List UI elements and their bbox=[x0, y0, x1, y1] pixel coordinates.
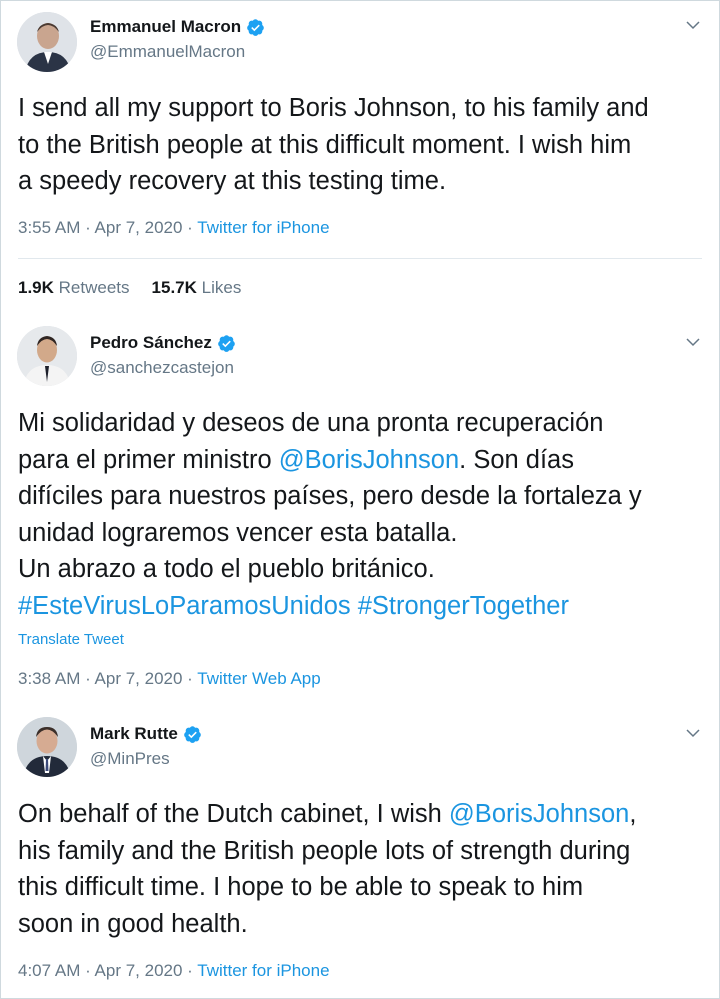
author-handle[interactable]: @sanchezcastejon bbox=[90, 358, 234, 378]
chevron-down-icon[interactable] bbox=[684, 724, 702, 742]
tweet-text: Mi solidaridad y deseos de una pronta re… bbox=[18, 405, 708, 624]
verified-badge-icon bbox=[184, 725, 201, 743]
tweet-text-line: a speedy recovery at this testing time. bbox=[18, 163, 708, 200]
verified-badge-icon bbox=[218, 334, 235, 352]
text-segment: soon in good health. bbox=[18, 909, 248, 938]
text-segment: a speedy recovery at this testing time. bbox=[18, 167, 447, 195]
translate-tweet-link[interactable]: Translate Tweet bbox=[18, 631, 124, 648]
tweet-meta: 3:55 AM · Apr 7, 2020 · Twitter for iPho… bbox=[18, 218, 330, 238]
tweet-text-line: this difficult time. I hope to be able t… bbox=[18, 869, 708, 906]
retweets-count: 1.9K bbox=[18, 278, 54, 297]
hashtag-link[interactable]: #EsteVirusLoParamosUnidos bbox=[18, 592, 351, 620]
text-segment: On behalf of the Dutch cabinet, I wish bbox=[18, 800, 449, 828]
text-segment: Un abrazo a todo el pueblo británico. bbox=[18, 555, 435, 583]
tweet-text-line: unidad lograremos vencer esta batalla. bbox=[18, 515, 708, 552]
text-segment: Mi solidaridad y deseos de una pronta re… bbox=[18, 409, 604, 437]
author-handle[interactable]: @MinPres bbox=[90, 749, 170, 769]
tweet-text: I send all my support to Boris Johnson, … bbox=[18, 90, 708, 200]
tweet-text: On behalf of the Dutch cabinet, I wish @… bbox=[18, 796, 708, 942]
tweet-text-line: difíciles para nuestros países, pero des… bbox=[18, 478, 708, 515]
likes-count: 15.7K bbox=[151, 278, 197, 297]
text-segment: this difficult time. I hope to be able t… bbox=[18, 873, 584, 901]
avatar[interactable] bbox=[17, 717, 77, 777]
author-name[interactable]: Mark Rutte bbox=[90, 724, 178, 744]
hashtag-link[interactable]: #StrongerTogether bbox=[358, 592, 569, 620]
retweets-label: Retweets bbox=[58, 278, 130, 297]
tweet-text-line: I send all my support to Boris Johnson, … bbox=[18, 90, 708, 127]
tweet-text-line: soon in good health. bbox=[18, 906, 708, 943]
text-segment: para el primer ministro bbox=[18, 445, 279, 474]
source-link[interactable]: Twitter for iPhone bbox=[197, 961, 329, 980]
text-segment: his family and the British people lots o… bbox=[18, 836, 631, 865]
tweet-text-line: #EsteVirusLoParamosUnidos #StrongerToget… bbox=[18, 588, 708, 625]
retweets-stat[interactable]: 1.9K Retweets bbox=[18, 278, 130, 298]
tweet-meta: 4:07 AM · Apr 7, 2020 · Twitter for iPho… bbox=[18, 961, 330, 981]
text-segment bbox=[351, 592, 358, 620]
text-segment: I send all my support to Boris Johnson, … bbox=[18, 94, 649, 122]
timestamp[interactable]: 3:38 AM · Apr 7, 2020 · bbox=[18, 669, 197, 688]
tweet-text-line: his family and the British people lots o… bbox=[18, 833, 708, 870]
tweet-text-line: On behalf of the Dutch cabinet, I wish @… bbox=[18, 796, 708, 833]
divider bbox=[18, 258, 702, 259]
tweet-meta: 3:38 AM · Apr 7, 2020 · Twitter Web App bbox=[18, 669, 321, 689]
tweet-text-line: para el primer ministro @BorisJohnson. S… bbox=[18, 442, 708, 479]
author-name[interactable]: Emmanuel Macron bbox=[90, 17, 241, 37]
mention-link[interactable]: @BorisJohnson bbox=[449, 800, 629, 828]
timestamp[interactable]: 3:55 AM · Apr 7, 2020 · bbox=[18, 218, 197, 237]
tweet-text-line: to the British people at this difficult … bbox=[18, 127, 708, 164]
avatar[interactable] bbox=[17, 12, 77, 72]
author-name[interactable]: Pedro Sánchez bbox=[90, 333, 212, 353]
text-segment: to the British people at this difficult … bbox=[18, 130, 632, 159]
source-link[interactable]: Twitter for iPhone bbox=[197, 218, 329, 237]
verified-badge-icon bbox=[247, 18, 264, 36]
chevron-down-icon[interactable] bbox=[684, 333, 702, 351]
tweet-text-line: Un abrazo a todo el pueblo británico. bbox=[18, 551, 708, 588]
avatar[interactable] bbox=[17, 326, 77, 386]
text-segment: . Son días bbox=[459, 445, 574, 474]
likes-label: Likes bbox=[201, 278, 242, 297]
chevron-down-icon[interactable] bbox=[684, 16, 702, 34]
timestamp[interactable]: 4:07 AM · Apr 7, 2020 · bbox=[18, 961, 197, 980]
engagement-stats: 1.9K Retweets 15.7K Likes bbox=[18, 278, 241, 298]
text-segment: , bbox=[629, 800, 637, 828]
mention-link[interactable]: @BorisJohnson bbox=[279, 446, 459, 474]
tweet-text-line: Mi solidaridad y deseos de una pronta re… bbox=[18, 405, 708, 442]
likes-stat[interactable]: 15.7K Likes bbox=[152, 278, 242, 298]
text-segment: difíciles para nuestros países, pero des… bbox=[18, 482, 642, 510]
text-segment: unidad lograremos vencer esta batalla. bbox=[18, 518, 458, 547]
author-handle[interactable]: @EmmanuelMacron bbox=[90, 42, 245, 62]
source-link[interactable]: Twitter Web App bbox=[197, 669, 320, 688]
